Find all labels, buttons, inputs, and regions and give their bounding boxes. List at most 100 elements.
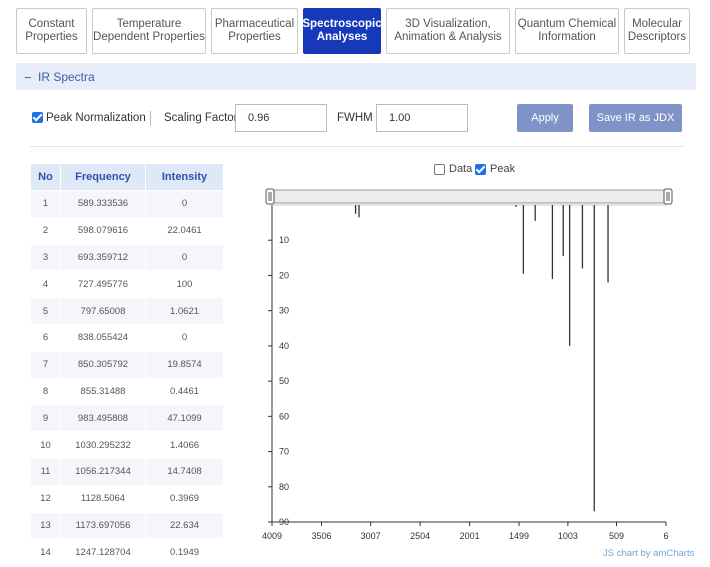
intensity-cell: 22.0461 [145, 216, 224, 245]
peak-normalization-checkbox[interactable] [32, 112, 43, 123]
table-row[interactable]: 13 1173.697056 22.634 [30, 511, 224, 540]
x-tick-label: 2001 [460, 531, 480, 541]
y-tick-label: 60 [279, 411, 289, 421]
row-number: 13 [30, 511, 61, 540]
save-ir-jdx-button[interactable]: Save IR as JDX [589, 104, 682, 132]
ir-frequency-table: No Frequency Intensity 1 589.333536 0 2 598.… [30, 163, 224, 567]
row-number: 12 [30, 484, 61, 513]
legend-peak-label: Peak [490, 163, 516, 175]
frequency-cell: 983.495808 [60, 404, 146, 433]
scrollbar-handle[interactable] [265, 188, 275, 205]
frequency-cell: 855.31488 [60, 377, 146, 406]
divider [150, 111, 151, 126]
ir-controls: Peak Normalization Scaling Factor 0.96 F… [30, 104, 690, 132]
y-tick-label: 40 [279, 341, 289, 351]
intensity-cell: 100 [145, 270, 224, 299]
intensity-cell: 0.4461 [145, 377, 224, 406]
data-checkbox[interactable] [434, 164, 445, 175]
tab-3d-visualization[interactable]: 3D Visualization, Animation & Analysis [386, 8, 510, 54]
x-tick-label: 3007 [361, 531, 381, 541]
frequency-cell: 1056.217344 [60, 457, 146, 486]
intensity-cell: 0 [145, 190, 224, 218]
chart-credit[interactable]: JS chart by amCharts [603, 548, 694, 559]
column-header-frequency[interactable]: Frequency [60, 163, 146, 191]
intensity-cell: 14.7408 [145, 457, 224, 486]
row-number: 9 [30, 404, 61, 433]
column-header-no[interactable]: No [30, 163, 61, 191]
frequency-cell: 1128.5064 [60, 484, 146, 513]
row-number: 10 [30, 431, 61, 459]
intensity-cell: 22.634 [145, 511, 224, 540]
x-tick-label: 2504 [410, 531, 430, 541]
intensity-cell: 0 [145, 323, 224, 352]
apply-button[interactable]: Apply [517, 104, 573, 132]
table-row[interactable]: 7 850.305792 19.8574 [30, 350, 224, 379]
table-row[interactable]: 9 983.495808 47.1099 [30, 404, 224, 433]
row-number: 6 [30, 323, 61, 352]
y-tick-label: 90 [279, 517, 289, 527]
legend-data-label: Data [449, 163, 473, 175]
row-number: 8 [30, 377, 61, 406]
frequency-cell: 797.65008 [60, 297, 146, 325]
x-tick-label: 1499 [509, 531, 529, 541]
intensity-cell: 1.0621 [145, 297, 224, 325]
chart-scrollbar[interactable] [269, 189, 669, 204]
table-row[interactable]: 6 838.055424 0 [30, 323, 224, 352]
table-row[interactable]: 5 797.65008 1.0621 [30, 297, 224, 325]
table-row[interactable]: 3 693.359712 0 [30, 243, 224, 272]
tab-pharmaceutical-properties[interactable]: Pharmaceutical Properties [211, 8, 298, 54]
peak-checkbox[interactable] [475, 164, 486, 175]
intensity-cell: 0.3969 [145, 484, 224, 513]
frequency-cell: 1030.295232 [60, 431, 146, 459]
table-row[interactable]: 8 855.31488 0.4461 [30, 377, 224, 406]
tab-molecular-descriptors[interactable]: Molecular Descriptors [624, 8, 690, 54]
table-row[interactable]: 11 1056.217344 14.7408 [30, 457, 224, 486]
fwhm-input[interactable]: 1.00 [376, 104, 468, 132]
intensity-cell: 1.4066 [145, 431, 224, 459]
intensity-cell: 0.1949 [145, 538, 224, 567]
row-number: 14 [30, 538, 61, 567]
column-header-intensity[interactable]: Intensity [145, 163, 224, 191]
x-tick-label: 4009 [262, 531, 282, 541]
frequency-cell: 1173.697056 [60, 511, 146, 540]
tab-constant-properties[interactable]: Constant Properties [16, 8, 87, 54]
scaling-factor-label: Scaling Factor [164, 112, 238, 124]
table-row[interactable]: 14 1247.128704 0.1949 [30, 538, 224, 567]
row-number: 4 [30, 270, 61, 299]
divider [30, 146, 684, 147]
frequency-cell: 598.079616 [60, 216, 146, 245]
table-row[interactable]: 1 589.333536 0 [30, 190, 224, 218]
row-number: 3 [30, 243, 61, 272]
table-row[interactable]: 2 598.079616 22.0461 [30, 216, 224, 245]
frequency-cell: 838.055424 [60, 323, 146, 352]
x-tick-label: 1003 [558, 531, 578, 541]
intensity-cell: 47.1099 [145, 404, 224, 433]
x-tick-label: 6 [663, 531, 668, 541]
x-tick-label: 509 [609, 531, 624, 541]
peak-normalization-label: Peak Normalization [46, 112, 146, 124]
row-number: 1 [30, 190, 61, 218]
intensity-cell: 19.8574 [145, 350, 224, 379]
frequency-cell: 727.495776 [60, 270, 146, 299]
row-number: 2 [30, 216, 61, 245]
table-row[interactable]: 4 727.495776 100 [30, 270, 224, 299]
table-row[interactable]: 10 1030.295232 1.4066 [30, 431, 224, 459]
tab-quantum-chemical-information[interactable]: Quantum Chemical Information [515, 8, 619, 54]
tab-bar: Constant Properties Temperature Dependen… [16, 8, 698, 54]
ir-spectra-section-header[interactable]: − IR Spectra [16, 63, 696, 90]
scaling-factor-input[interactable]: 0.96 [235, 104, 327, 132]
frequency-cell: 850.305792 [60, 350, 146, 379]
tab-spectroscopic-analyses[interactable]: Spectroscopic Analyses [302, 8, 382, 54]
y-tick-label: 30 [279, 306, 289, 316]
x-tick-label: 3506 [311, 531, 331, 541]
fwhm-label: FWHM [337, 112, 373, 124]
ir-spectrum-chart[interactable]: 10 20 30 40 50 60 70 80 90 4009 3506 3007 2504 2001 14… [258, 185, 688, 545]
row-number: 7 [30, 350, 61, 379]
table-row[interactable]: 12 1128.5064 0.3969 [30, 484, 224, 513]
y-tick-label: 50 [279, 376, 289, 386]
frequency-cell: 589.333536 [60, 190, 146, 218]
collapse-icon[interactable]: − [24, 70, 32, 85]
frequency-cell: 1247.128704 [60, 538, 146, 567]
scrollbar-handle[interactable] [663, 188, 673, 205]
tab-temperature-dependent-properties[interactable]: Temperature Dependent Properties [92, 8, 206, 54]
